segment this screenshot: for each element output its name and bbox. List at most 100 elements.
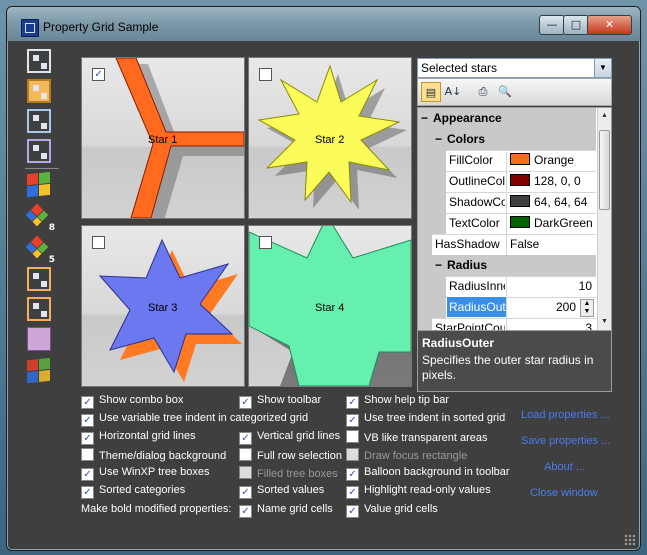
star-1-label: Star 1	[148, 134, 178, 146]
opt-filled-tree: Filled tree boxes	[239, 466, 338, 480]
windows-flag-icon	[25, 203, 49, 227]
prop-name: FillColor	[449, 153, 494, 167]
preview-icon[interactable]: 🔍	[495, 82, 515, 102]
sidebar-flag-8[interactable]: 8	[25, 203, 55, 233]
star-panel-3[interactable]: Star 3	[81, 225, 245, 387]
prop-value[interactable]: 128, 0, 0	[510, 174, 581, 188]
prop-name-selected: RadiusOuter	[447, 297, 506, 317]
opt-name-cells[interactable]: ✓ Name grid cells	[239, 503, 333, 518]
sidebar-separator	[25, 168, 59, 169]
opt-variable-indent[interactable]: ✓ Use variable tree indent in categorized…	[81, 412, 308, 427]
puzzle-icon[interactable]	[27, 327, 51, 351]
star-1-checkbox[interactable]: ✓	[92, 68, 105, 81]
app-icon	[21, 19, 39, 37]
opt-highlight-readonly[interactable]: ✓ Highlight read-only values	[346, 484, 491, 499]
save-properties-link[interactable]: Save properties ...	[521, 435, 610, 447]
category-radius[interactable]: − Radius	[418, 255, 596, 277]
prop-name: TextColor	[449, 216, 500, 230]
prop-hasshadow[interactable]: HasShadow False	[418, 234, 596, 256]
property-grid[interactable]: − Appearance − Colors FillColor Orange O…	[417, 107, 612, 331]
print-icon[interactable]: ⎙	[473, 82, 493, 102]
badge-5: 5	[48, 255, 55, 265]
collapse-icon[interactable]: −	[421, 111, 428, 125]
opt-theme-background[interactable]: Theme/dialog background	[81, 448, 226, 462]
load-properties-link[interactable]: Load properties ...	[521, 409, 610, 421]
about-link[interactable]: About ...	[544, 461, 585, 473]
grid-scrollbar[interactable]: ▲ ▼	[597, 108, 611, 330]
sidebar-flag-5[interactable]: 5	[25, 235, 55, 265]
scroll-up-icon[interactable]: ▲	[599, 110, 610, 122]
resize-grip[interactable]	[624, 534, 636, 546]
opt-show-toolbar[interactable]: ✓ Show toolbar	[239, 394, 321, 409]
categorized-icon[interactable]: ▤	[421, 82, 441, 102]
opt-help-tip[interactable]: ✓ Show help tip bar	[346, 394, 449, 409]
help-description: Specifies the outer star radius in pixel…	[422, 353, 594, 382]
category-appearance[interactable]: − Appearance	[418, 108, 596, 130]
title-bar[interactable]: Property Grid Sample — □ ✕	[7, 7, 640, 41]
opt-show-combo[interactable]: ✓ Show combo box	[81, 394, 183, 409]
prop-radiusouter[interactable]: RadiusOuter 200 ▲▼	[418, 297, 596, 319]
prop-value[interactable]: 64, 64, 64	[510, 195, 587, 209]
selected-stars-combo[interactable]: Selected stars ▼	[417, 58, 612, 78]
star-panel-1[interactable]: ✓ Star 1	[81, 57, 245, 219]
prop-name: ShadowColor	[449, 195, 505, 209]
sidebar-grid-icon-4[interactable]	[27, 139, 51, 163]
close-button[interactable]: ✕	[587, 15, 632, 35]
prop-name: OutlineColor	[449, 174, 505, 188]
prop-value-editor[interactable]: 200	[556, 300, 576, 314]
opt-vertical-lines[interactable]: ✓ Vertical grid lines	[239, 430, 340, 445]
opt-winxp-tree[interactable]: ✓ Use WinXP tree boxes	[81, 466, 209, 481]
scroll-down-icon[interactable]: ▼	[599, 316, 610, 328]
opt-balloon-bg[interactable]: ✓ Balloon background in toolbar	[346, 466, 510, 481]
opt-tree-indent-sorted[interactable]: ✓ Use tree indent in sorted grid	[346, 412, 505, 427]
prop-name: RadiusInner	[449, 279, 505, 293]
category-label: Appearance	[433, 111, 502, 125]
prop-textcolor[interactable]: TextColor DarkGreen	[418, 213, 596, 235]
opt-sorted-categories[interactable]: ✓ Sorted categories	[81, 484, 185, 499]
combo-value: Selected stars	[421, 61, 498, 75]
collapse-icon[interactable]: −	[435, 258, 442, 272]
opt-vb-transparent[interactable]: VB like transparent areas	[346, 430, 488, 444]
help-tip-bar: RadiusOuter Specifies the outer star rad…	[417, 330, 612, 392]
opt-horizontal-lines[interactable]: ✓ Horizontal grid lines	[81, 430, 196, 445]
sidebar-grid-icon-1[interactable]	[27, 49, 51, 73]
star-4-checkbox[interactable]	[259, 236, 272, 249]
windows-flag-icon[interactable]	[27, 171, 51, 199]
prop-radiusinner[interactable]: RadiusInner 10	[418, 276, 596, 298]
category-colors[interactable]: − Colors	[418, 129, 596, 151]
star-panel-2[interactable]: Star 2	[248, 57, 412, 219]
star-3-checkbox[interactable]	[92, 236, 105, 249]
spin-stepper[interactable]: ▲ ▼	[580, 299, 594, 317]
opt-sorted-values[interactable]: ✓ Sorted values	[239, 484, 324, 499]
star-4-label: Star 4	[315, 302, 345, 314]
collapse-icon[interactable]: −	[435, 132, 442, 146]
sidebar-grid-icon-3[interactable]	[27, 109, 51, 133]
opt-focus-rect: Draw focus rectangle	[346, 448, 467, 462]
badge-8: 8	[48, 223, 55, 233]
chevron-down-icon[interactable]: ▼	[594, 59, 611, 77]
prop-fillcolor[interactable]: FillColor Orange	[418, 150, 596, 172]
prop-value[interactable]: False	[510, 237, 539, 251]
prop-value[interactable]: 10	[579, 279, 592, 293]
close-window-link[interactable]: Close window	[530, 487, 598, 499]
prop-name: HasShadow	[435, 237, 500, 251]
windows-flag-icon[interactable]	[27, 357, 51, 385]
prop-outlinecolor[interactable]: OutlineColor 128, 0, 0	[418, 171, 596, 193]
minimize-button[interactable]: —	[539, 15, 565, 35]
opt-full-row[interactable]: Full row selection	[239, 448, 342, 462]
prop-value[interactable]: Orange	[510, 153, 574, 167]
star-2-label: Star 2	[315, 134, 345, 146]
opt-value-cells[interactable]: ✓ Value grid cells	[346, 503, 438, 518]
maximize-button[interactable]: □	[563, 15, 589, 35]
star-3-label: Star 3	[148, 302, 178, 314]
sidebar-grid-icon-5[interactable]	[27, 267, 51, 291]
star-2-checkbox[interactable]	[259, 68, 272, 81]
help-title: RadiusOuter	[422, 336, 495, 350]
sidebar-grid-icon-6[interactable]	[27, 297, 51, 321]
prop-shadowcolor[interactable]: ShadowColor 64, 64, 64	[418, 192, 596, 214]
sidebar-grid-icon-2[interactable]	[27, 79, 51, 103]
alphabetic-icon[interactable]: A↓	[443, 82, 463, 102]
scroll-thumb[interactable]	[599, 130, 610, 210]
star-panel-4[interactable]: Star 4	[248, 225, 412, 387]
prop-value[interactable]: DarkGreen	[510, 216, 593, 230]
